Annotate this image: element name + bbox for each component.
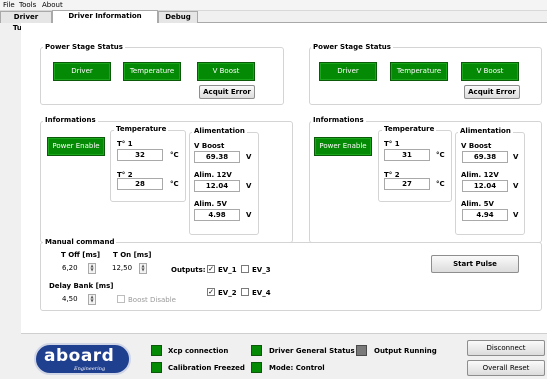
toff-stepper[interactable]: ▲ ▼ xyxy=(88,263,96,274)
right-alim5-label: Alim. 5V xyxy=(461,200,494,208)
boost-disable-label: Boost Disable xyxy=(128,296,176,304)
left-alim5-value: 4.98 xyxy=(194,209,240,221)
xcp-connection-led xyxy=(151,345,162,356)
left-t2-value: 28 xyxy=(117,178,163,190)
tab-driver-tuning[interactable]: Driver Tuning xyxy=(0,11,52,32)
right-vboost-unit: V xyxy=(513,153,519,161)
ton-stepper[interactable]: ▲ ▼ xyxy=(139,263,147,274)
right-alim5-value: 4.94 xyxy=(462,209,508,221)
tab-debug[interactable]: Debug xyxy=(158,11,198,23)
right-vboost-value: 69.38 xyxy=(462,151,508,163)
left-driver-status-indicator: Driver xyxy=(53,62,111,81)
ev4-label: EV_4 xyxy=(252,289,271,297)
left-alim12-value: 12.04 xyxy=(194,180,240,192)
right-driver-status-indicator: Driver xyxy=(319,62,377,81)
ev4-checkbox[interactable] xyxy=(241,288,249,296)
right-t1-unit: °C xyxy=(436,151,445,159)
aboard-logo: aboard Engineering xyxy=(34,343,131,375)
right-power-stage-title: Power Stage Status xyxy=(311,43,393,51)
left-informations-title: Informations xyxy=(43,116,98,124)
calibration-freezed-label: Calibration Freezed xyxy=(168,364,245,372)
right-alim12-unit: V xyxy=(513,182,519,190)
right-temperature-status-indicator: Temperature xyxy=(390,62,448,81)
left-t1-value: 32 xyxy=(117,149,163,161)
ev2-checkbox[interactable]: ✓ xyxy=(207,288,215,296)
left-acquit-error-button[interactable]: Acquit Error xyxy=(199,85,255,99)
outputs-label: Outputs: xyxy=(171,266,206,274)
right-vboost-label: V Boost xyxy=(461,142,492,150)
driver-general-status-label: Driver General Status xyxy=(269,347,355,355)
right-alim12-value: 12.04 xyxy=(462,180,508,192)
manual-command-title: Manual command xyxy=(43,238,117,246)
driver-general-status-led xyxy=(251,345,262,356)
right-t2-unit: °C xyxy=(436,180,445,188)
left-temperature-title: Temperature xyxy=(114,125,169,133)
mode-control-label: Mode: Control xyxy=(269,364,325,372)
ton-label: T On [ms] xyxy=(113,251,152,259)
mode-control-led xyxy=(251,362,262,373)
left-vboost-status-indicator: V Boost xyxy=(197,62,255,81)
left-alim5-unit: V xyxy=(246,211,252,219)
ev1-label: EV_1 xyxy=(218,266,237,274)
delay-bank-label: Delay Bank [ms] xyxy=(49,282,114,290)
left-alim5-label: Alim. 5V xyxy=(194,200,227,208)
right-alim5-unit: V xyxy=(513,211,519,219)
delay-bank-input[interactable]: 4,50 xyxy=(57,294,85,306)
delay-bank-stepper[interactable]: ▲ ▼ xyxy=(88,294,96,305)
output-running-led xyxy=(356,345,367,356)
disconnect-button[interactable]: Disconnect xyxy=(467,340,545,356)
logo-subtext: Engineering xyxy=(74,366,106,372)
toff-label: T Off [ms] xyxy=(61,251,101,259)
logo-text: aboard xyxy=(44,346,115,366)
right-temperature-title: Temperature xyxy=(382,125,437,133)
boost-disable-checkbox[interactable] xyxy=(117,295,125,303)
left-t2-unit: °C xyxy=(170,180,179,188)
toff-input[interactable]: 6,20 xyxy=(57,263,85,275)
left-vboost-label: V Boost xyxy=(194,142,225,150)
left-t1-label: T° 1 xyxy=(117,140,133,148)
status-bar: aboard Engineering Xcp connection Calibr… xyxy=(21,333,547,379)
left-power-stage-title: Power Stage Status xyxy=(43,43,125,51)
right-t2-value: 27 xyxy=(384,178,430,190)
xcp-connection-label: Xcp connection xyxy=(168,347,229,355)
left-t1-unit: °C xyxy=(170,151,179,159)
left-vboost-unit: V xyxy=(246,153,252,161)
tab-driver-information[interactable]: Driver Information xyxy=(52,10,158,24)
start-pulse-button[interactable]: Start Pulse xyxy=(431,255,519,273)
overall-reset-button[interactable]: Overall Reset xyxy=(467,360,545,376)
ev2-label: EV_2 xyxy=(218,289,237,297)
left-temperature-status-indicator: Temperature xyxy=(123,62,181,81)
output-running-label: Output Running xyxy=(374,347,437,355)
right-alimentation-title: Alimentation xyxy=(458,127,513,135)
right-t1-label: T° 1 xyxy=(384,140,400,148)
menu-about[interactable]: About xyxy=(42,1,63,9)
left-vboost-value: 69.38 xyxy=(194,151,240,163)
right-power-enable-indicator: Power Enable xyxy=(314,137,372,156)
left-power-enable-indicator: Power Enable xyxy=(47,137,105,156)
right-alim12-label: Alim. 12V xyxy=(461,171,499,179)
right-informations-title: Informations xyxy=(311,116,366,124)
left-alimentation-title: Alimentation xyxy=(192,127,247,135)
ev3-checkbox[interactable] xyxy=(241,265,249,273)
left-alim12-label: Alim. 12V xyxy=(194,171,232,179)
ton-input[interactable]: 12,50 xyxy=(108,263,138,275)
tab-bar: Driver Tuning Driver Information Debug xyxy=(0,10,547,32)
tab-content-panel: Power Stage Status Driver Temperature V … xyxy=(21,23,547,333)
calibration-freezed-led xyxy=(151,362,162,373)
right-acquit-error-button[interactable]: Acquit Error xyxy=(464,85,520,99)
left-alim12-unit: V xyxy=(246,182,252,190)
menu-file[interactable]: File xyxy=(3,1,15,9)
menu-tools[interactable]: Tools xyxy=(19,1,36,9)
ev3-label: EV_3 xyxy=(252,266,271,274)
right-vboost-status-indicator: V Boost xyxy=(461,62,519,81)
ev1-checkbox[interactable]: ✓ xyxy=(207,265,215,273)
right-t1-value: 31 xyxy=(384,149,430,161)
